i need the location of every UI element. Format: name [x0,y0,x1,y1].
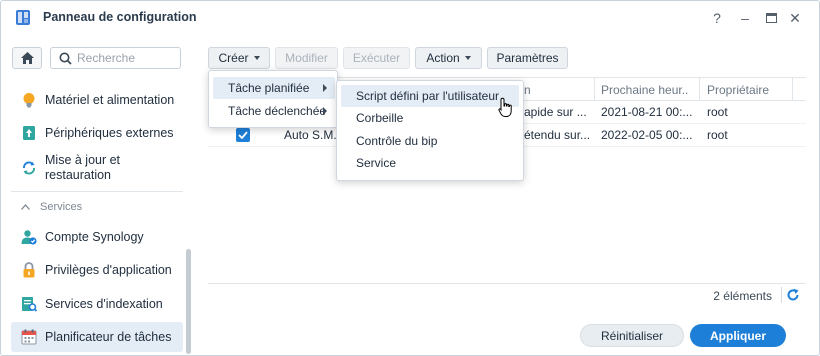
minimize-button[interactable]: – [735,8,755,28]
sidebar-item-label: Planificateur de tâches [45,330,172,344]
checkmark-icon [238,131,248,139]
window-title: Panneau de configuration [43,10,197,24]
sidebar-item-external-devices[interactable]: Périphériques externes [11,118,183,148]
cell-task-name: Auto S.M... [284,128,344,142]
sidebar-item-app-privileges[interactable]: Privilèges d'application [11,255,183,285]
create-menu: Tâche planifiée Tâche déclenchée [208,70,338,128]
create-button-label: Créer [218,51,249,65]
sidebar-scrollbar[interactable] [186,249,191,354]
sidebar-item-task-scheduler[interactable]: Planificateur de tâches [11,322,183,352]
scheduled-task-submenu: Script défini par l'utilisateur Corbeill… [336,80,524,181]
cell-action: étendu sur... [524,128,590,142]
control-panel-window: Panneau de configuration ? – ✕ Recherche… [0,0,820,356]
reset-button[interactable]: Réinitialiser [580,324,684,347]
action-button[interactable]: Action [415,47,482,69]
grid-footer: 2 éléments [208,283,806,306]
sidebar-item-synology-account[interactable]: Compte Synology [11,222,183,252]
menu-item-beep-control[interactable]: Contrôle du bip [341,130,519,152]
sidebar-item-label-line2: restauration [45,168,112,182]
sidebar-item-update-restore[interactable]: Mise à jour et restauration [11,148,183,188]
close-button[interactable]: ✕ [785,8,805,28]
menu-item-label: Tâche planifiée [228,81,310,95]
sidebar-item-label: Mise à jour et restauration [45,153,120,183]
maximize-icon [765,13,777,23]
synology-account-icon [21,230,37,245]
chevron-down-icon [253,56,260,60]
cell-next-run: 2021-08-21 00:... [601,105,693,119]
menu-item-scheduled-task[interactable]: Tâche planifiée [213,77,335,99]
external-device-icon [23,126,35,140]
menu-item-triggered-task[interactable]: Tâche déclenchée [213,100,335,122]
sidebar: Matériel et alimentation Périphériques e… [1,35,197,355]
title-bar: Panneau de configuration ? – ✕ [1,1,819,35]
sidebar-section-label: Services [40,201,83,213]
sidebar-item-label: Privilèges d'application [45,263,172,277]
footer-separator [781,287,782,303]
hand-cursor-icon [498,97,512,117]
bulb-icon [23,93,35,108]
cell-action: apide sur ... [524,105,587,119]
cell-owner: root [707,105,728,119]
item-count: 2 éléments [713,289,772,303]
search-input[interactable] [77,50,177,66]
sidebar-item-label: Périphériques externes [45,126,174,140]
sidebar-divider [11,191,183,192]
calendar-icon [21,329,37,345]
row-enabled-checkbox[interactable] [236,128,250,142]
control-panel-app-icon [16,10,30,25]
column-separator [594,78,595,100]
search-field[interactable] [50,47,181,69]
create-button[interactable]: Créer [208,47,270,69]
chevron-down-icon [464,56,471,60]
settings-button[interactable]: Paramètres [487,47,568,69]
chevron-up-icon [21,204,30,210]
home-button[interactable] [12,47,42,69]
edit-button[interactable]: Modifier [275,47,338,69]
maximize-button[interactable] [761,8,781,28]
indexing-icon [22,297,37,312]
column-header-owner[interactable]: Propriétaire [707,83,769,97]
search-icon [59,52,72,65]
sidebar-item-label: Services d'indexation [45,297,163,311]
menu-item-recycle-bin[interactable]: Corbeille [341,107,519,129]
sidebar-item-indexing-service[interactable]: Services d'indexation [11,289,183,319]
menu-item-user-defined-script[interactable]: Script défini par l'utilisateur [341,85,519,107]
apply-button[interactable]: Appliquer [690,324,786,347]
run-button[interactable]: Exécuter [343,47,410,69]
column-header-action[interactable]: n [524,83,531,97]
chevron-right-icon [323,84,327,92]
help-button[interactable]: ? [707,8,727,28]
column-separator [792,78,793,100]
sidebar-item-hardware-power[interactable]: Matériel et alimentation [11,85,183,115]
home-icon [20,52,34,64]
menu-item-label: Tâche déclenchée [228,104,327,118]
cell-next-run: 2022-02-05 00:... [601,128,693,142]
column-header-next-run[interactable]: Prochaine heur... [601,83,689,97]
cell-owner: root [707,128,728,142]
sidebar-item-label: Compte Synology [45,230,144,244]
action-button-label: Action [426,51,460,65]
chevron-right-icon [323,107,327,115]
menu-item-service[interactable]: Service [341,152,519,174]
update-restore-icon [23,161,35,175]
sidebar-item-label-line1: Mise à jour et [45,153,121,167]
sidebar-item-label: Matériel et alimentation [45,93,175,107]
lock-icon [23,262,35,278]
sidebar-section-services[interactable]: Services [21,201,82,213]
refresh-icon[interactable] [786,288,800,302]
column-separator [699,78,700,100]
